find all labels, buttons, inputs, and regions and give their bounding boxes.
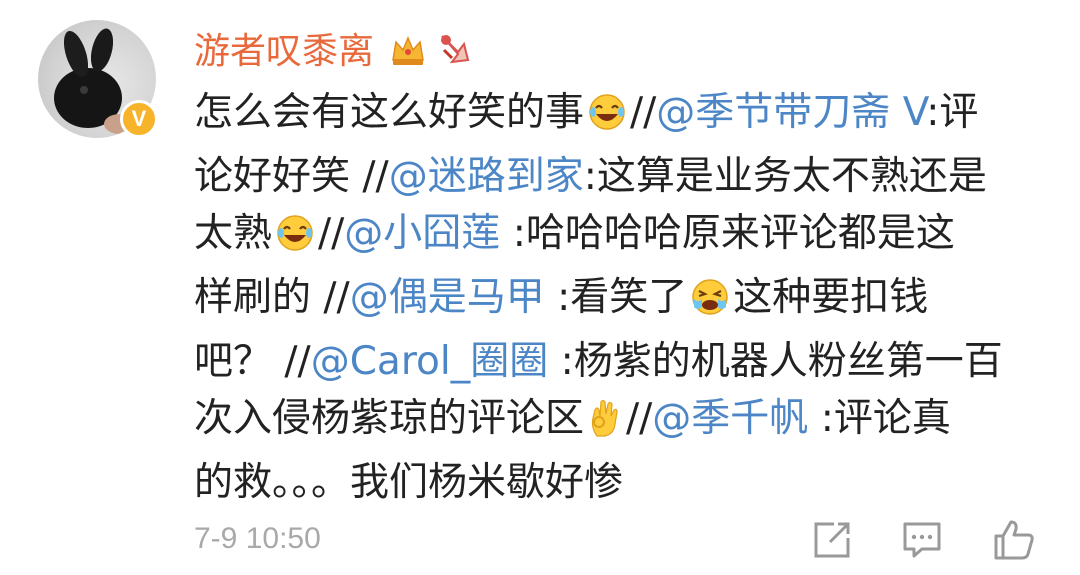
verified-v-badge-icon: V <box>120 100 158 138</box>
mention-link[interactable]: @Carol_圈圈 <box>311 339 549 384</box>
comment-icon[interactable] <box>900 518 944 562</box>
comment-line-6: 次入侵杨紫琼的评论区//@季千帆 :评论真 <box>194 390 1044 454</box>
comment-line-2: 论好好笑 //@迷路到家:这算是业务太不熟还是 <box>194 154 987 199</box>
comment-body: 怎么会有这么好笑的事//@季节带刀斋 V:评 论好好笑 //@迷路到家:这算是业… <box>194 84 1044 511</box>
comment-line-7: 的救。。。我们杨米歇好惨 <box>194 460 624 505</box>
comment-header: 游者叹黍离 <box>194 24 474 80</box>
comment-footer: 7-9 10:50 <box>194 518 1040 564</box>
laughing-emoji-icon <box>587 91 627 148</box>
mention-link[interactable]: @偶是马甲 <box>350 275 545 320</box>
comment-line-3: 太熟//@小囧莲 :哈哈哈哈原来评论都是这 <box>194 205 1044 269</box>
comment-line-4: 样刷的 //@偶是马甲 :看笑了 这种要扣钱 <box>194 269 1044 333</box>
comment-line-5: 吧？ //@Carol_圈圈 :杨紫的机器人粉丝第一百 <box>194 339 1003 384</box>
crown-badge-icon[interactable] <box>388 30 428 74</box>
username[interactable]: 游者叹黍离 <box>194 28 374 76</box>
fan-badge-icon[interactable] <box>434 30 474 74</box>
crying-emoji-icon <box>690 276 730 333</box>
mention-link[interactable]: @小囧莲 <box>344 211 500 256</box>
mention-link[interactable]: @季千帆 <box>652 396 808 441</box>
mention-link[interactable]: @季节带刀斋 V <box>656 90 926 135</box>
mention-link[interactable]: @迷路到家 <box>389 154 584 199</box>
timestamp: 7-9 10:50 <box>194 522 321 555</box>
ok-hand-emoji-icon <box>587 397 623 454</box>
share-icon[interactable] <box>810 518 854 562</box>
laughing-emoji-icon <box>275 212 315 269</box>
like-icon[interactable] <box>992 518 1036 562</box>
comment-line-1: 怎么会有这么好笑的事//@季节带刀斋 V:评 <box>194 84 1044 148</box>
